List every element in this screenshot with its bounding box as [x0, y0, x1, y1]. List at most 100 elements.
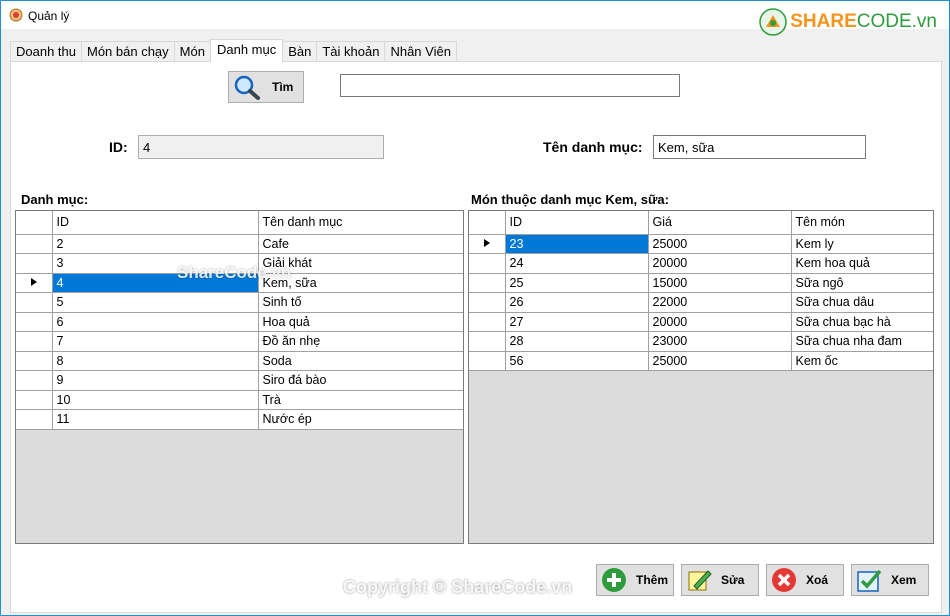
table-cell[interactable]: 7: [52, 331, 259, 352]
tab-revenue[interactable]: Doanh thu: [10, 41, 82, 61]
dish-row[interactable]: 24 20000 Kem hoa quả: [469, 253, 933, 274]
category-row[interactable]: 8 Soda: [16, 351, 463, 371]
category-row[interactable]: 10 Trà: [16, 390, 463, 410]
table-cell[interactable]: 22000: [648, 292, 792, 313]
table-cell[interactable]: 23: [505, 234, 649, 254]
table-cell[interactable]: 6: [52, 312, 259, 332]
id-field[interactable]: [138, 135, 384, 159]
dish-row[interactable]: 26 22000 Sữa chua dâu: [469, 292, 933, 313]
row-header[interactable]: [469, 273, 506, 293]
table-cell[interactable]: Kem hoa quả: [791, 253, 933, 274]
table-cell[interactable]: Hoa quả: [258, 312, 463, 332]
edit-icon: [685, 566, 713, 594]
row-header[interactable]: [469, 253, 506, 274]
table-cell[interactable]: Soda: [258, 351, 463, 371]
row-header[interactable]: [16, 273, 53, 293]
search-input[interactable]: [340, 74, 680, 97]
dish-row[interactable]: 28 23000 Sữa chua nha đam: [469, 331, 933, 352]
table-cell[interactable]: Nước ép: [258, 409, 463, 430]
row-header[interactable]: [16, 390, 53, 410]
table-cell[interactable]: Cafe: [258, 234, 463, 254]
row-header[interactable]: [16, 370, 53, 391]
dish-header-row: ID Giá Tên món: [469, 211, 933, 235]
row-header[interactable]: [16, 292, 53, 313]
table-cell[interactable]: Kem ly: [791, 234, 933, 254]
table-cell[interactable]: Sinh tố: [258, 292, 463, 313]
row-header-corner: [469, 211, 506, 235]
table-cell[interactable]: 28: [505, 331, 649, 352]
table-cell[interactable]: Siro đá bào: [258, 370, 463, 391]
row-header[interactable]: [16, 253, 53, 274]
table-cell[interactable]: 25: [505, 273, 649, 293]
dish-row[interactable]: 27 20000 Sữa chua bạc hà: [469, 312, 933, 332]
row-header[interactable]: [16, 351, 53, 371]
table-cell[interactable]: 20000: [648, 312, 792, 332]
row-header[interactable]: [469, 234, 506, 254]
category-row[interactable]: 7 Đồ ăn nhẹ: [16, 331, 463, 352]
dish-row[interactable]: 23 25000 Kem ly: [469, 234, 933, 254]
table-cell[interactable]: 2: [52, 234, 259, 254]
column-header-price[interactable]: Giá: [648, 211, 792, 235]
category-row[interactable]: 5 Sinh tố: [16, 292, 463, 313]
table-cell[interactable]: Đồ ăn nhẹ: [258, 331, 463, 352]
row-header[interactable]: [469, 351, 506, 371]
table-cell[interactable]: 56: [505, 351, 649, 371]
category-row[interactable]: 9 Siro đá bào: [16, 370, 463, 391]
table-cell[interactable]: 25000: [648, 234, 792, 254]
table-cell[interactable]: 9: [52, 370, 259, 391]
table-cell[interactable]: Sữa chua bạc hà: [791, 312, 933, 332]
watermark-copyright: Copyright © ShareCode.vn: [343, 577, 573, 597]
row-header[interactable]: [16, 331, 53, 352]
table-cell[interactable]: Sữa chua nha đam: [791, 331, 933, 352]
tab-tables[interactable]: Bàn: [282, 41, 318, 61]
tab-staff[interactable]: Nhân Viên: [384, 41, 457, 61]
column-header-id[interactable]: ID: [52, 211, 259, 235]
table-cell[interactable]: 11: [52, 409, 259, 430]
column-header-dish-name[interactable]: Tên món: [791, 211, 933, 235]
row-header[interactable]: [469, 331, 506, 352]
row-header[interactable]: [469, 292, 506, 313]
tab-accounts[interactable]: Tài khoản: [316, 41, 386, 61]
current-row-arrow-icon: [483, 238, 490, 247]
delete-button[interactable]: Xoá: [766, 564, 844, 596]
column-header-category-name[interactable]: Tên danh mục: [258, 211, 463, 235]
table-cell[interactable]: 26: [505, 292, 649, 313]
category-name-field[interactable]: [653, 135, 866, 159]
row-header[interactable]: [16, 312, 53, 332]
tab-dishes[interactable]: Món: [173, 41, 211, 61]
table-cell[interactable]: Kem ốc: [791, 351, 933, 371]
table-cell[interactable]: 24: [505, 253, 649, 274]
table-cell[interactable]: 20000: [648, 253, 792, 274]
current-row-arrow-icon: [30, 277, 37, 286]
column-header-id[interactable]: ID: [505, 211, 649, 235]
table-cell[interactable]: Sữa ngô: [791, 273, 933, 293]
delete-icon: [770, 566, 798, 594]
dish-grid[interactable]: ID Giá Tên món 23 25000 Kem ly 24 20000 Kem h…: [468, 210, 934, 544]
table-cell[interactable]: 25000: [648, 351, 792, 371]
table-cell[interactable]: 10: [52, 390, 259, 410]
table-cell[interactable]: 27: [505, 312, 649, 332]
table-cell[interactable]: Sữa chua dâu: [791, 292, 933, 313]
edit-button[interactable]: Sửa: [681, 564, 759, 596]
dish-row[interactable]: 56 25000 Kem ốc: [469, 351, 933, 371]
table-cell[interactable]: 23000: [648, 331, 792, 352]
category-grid[interactable]: ID Tên danh mục 2 Cafe 3 Giải khát 4 Kem, sữa…: [15, 210, 464, 544]
row-header[interactable]: [469, 312, 506, 332]
category-row[interactable]: 2 Cafe: [16, 234, 463, 254]
add-button[interactable]: Thêm: [596, 564, 674, 596]
table-cell[interactable]: 5: [52, 292, 259, 313]
app-icon: [9, 8, 23, 22]
category-row[interactable]: 6 Hoa quả: [16, 312, 463, 332]
table-cell[interactable]: Trà: [258, 390, 463, 410]
tab-categories[interactable]: Danh mục: [209, 39, 284, 62]
search-button[interactable]: Tìm: [228, 71, 304, 103]
watermark-center: ShareCode.vn: [177, 263, 292, 282]
dish-row[interactable]: 25 15000 Sữa ngô: [469, 273, 933, 293]
tab-best-sellers[interactable]: Món bán chạy: [81, 41, 175, 61]
row-header[interactable]: [16, 234, 53, 254]
table-cell[interactable]: 15000: [648, 273, 792, 293]
table-cell[interactable]: 8: [52, 351, 259, 371]
view-button[interactable]: Xem: [851, 564, 929, 596]
row-header[interactable]: [16, 409, 53, 430]
category-row[interactable]: 11 Nước ép: [16, 409, 463, 430]
